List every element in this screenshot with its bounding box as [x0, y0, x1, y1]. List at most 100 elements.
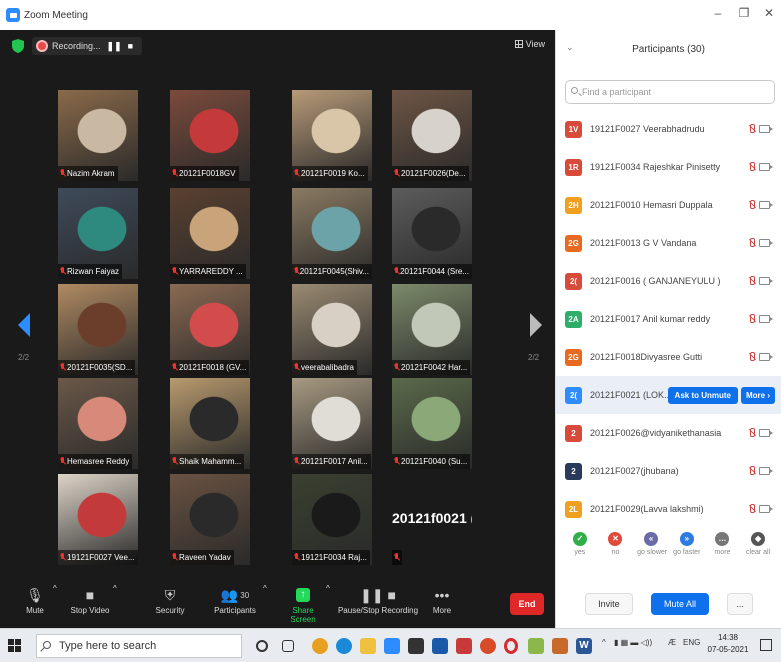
- pause-stop-recording-button[interactable]: ❚❚ ■ Pause/Stop Recording: [336, 584, 420, 616]
- video-tile[interactable]: Rizwan Faiyaz: [58, 188, 138, 279]
- participant-row[interactable]: 2G 20121F0018Divyasree Gutti: [556, 338, 781, 376]
- video-tile-name: 20121F0017 Anil...: [301, 457, 368, 466]
- find-participant-input[interactable]: Find a participant: [565, 80, 775, 104]
- file-explorer-icon[interactable]: [360, 638, 376, 654]
- video-tile[interactable]: 20121F0017 Anil...: [292, 378, 372, 469]
- more-button[interactable]: ••• More: [425, 584, 459, 615]
- edge-icon[interactable]: [336, 638, 352, 654]
- security-shield-icon: ⛨: [164, 586, 176, 603]
- video-tile[interactable]: 20121F0045(Shiv...: [292, 188, 372, 279]
- mail-icon[interactable]: [432, 638, 448, 654]
- collapse-panel-chevron-icon[interactable]: ⌄: [566, 42, 574, 53]
- feedback-more-button[interactable]: … more: [708, 532, 736, 576]
- feedback-yes-button[interactable]: ✓ yes: [566, 532, 594, 576]
- video-tile[interactable]: 20121F0018GV: [170, 90, 250, 181]
- participant-row[interactable]: 2L 20121F0029(Lavva lakshmi): [556, 490, 781, 528]
- share-options-caret-icon[interactable]: ^: [326, 584, 330, 593]
- video-tile[interactable]: 19121F0034 Raj...: [292, 474, 372, 565]
- participant-row[interactable]: 1V 19121F0027 Veerabhadrudu: [556, 110, 781, 148]
- mute-all-button[interactable]: Mute All: [650, 593, 709, 615]
- opera-icon[interactable]: [504, 638, 518, 654]
- video-tile[interactable]: 20121F0042 Har...: [392, 284, 472, 375]
- muted-mic-icon: [60, 267, 65, 276]
- participant-row[interactable]: 1R 19121F0034 Rajeshkar Pinisetty: [556, 148, 781, 186]
- end-meeting-button[interactable]: End: [510, 593, 544, 615]
- cortana-icon[interactable]: [256, 640, 268, 652]
- minimize-button[interactable]: –: [708, 6, 728, 20]
- video-tile[interactable]: 20121F0044 (Sre...: [392, 188, 472, 279]
- feedback-no-button[interactable]: ✕ no: [601, 532, 629, 576]
- feedback-go-slower-button[interactable]: « go slower: [637, 532, 667, 576]
- task-view-icon[interactable]: [282, 640, 294, 652]
- feedback-clear-all-button[interactable]: ◆ clear all: [744, 532, 772, 576]
- feedback-go-faster-button[interactable]: » go faster: [673, 532, 701, 576]
- ask-to-unmute-button[interactable]: Ask to Unmute: [667, 386, 738, 404]
- video-tile[interactable]: Nazim Akram: [58, 90, 138, 181]
- word-icon[interactable]: W: [576, 638, 592, 654]
- video-tile[interactable]: 20121F0019 Ko...: [292, 90, 372, 181]
- tray-app-icons[interactable]: ▮ ▦ ▬ ◁)): [614, 638, 652, 647]
- video-tile[interactable]: 20121F0040 (Su...: [392, 378, 472, 469]
- participant-row[interactable]: 2H 20121F0010 Hemasri Duppala: [556, 186, 781, 224]
- windows-start-icon[interactable]: [8, 639, 22, 653]
- view-button[interactable]: View: [514, 39, 545, 49]
- calendar-app-icon[interactable]: [456, 638, 472, 654]
- maximize-button[interactable]: ❐: [734, 6, 754, 20]
- participants-icon: 👥 30: [220, 586, 250, 603]
- participant-row[interactable]: 2 20121F0026@vidyanikethanasia: [556, 414, 781, 452]
- participant-row[interactable]: 2 20121F0027(jhubana): [556, 452, 781, 490]
- video-options-caret-icon[interactable]: ^: [113, 584, 117, 593]
- taskbar-search-input[interactable]: Type here to search: [36, 634, 242, 658]
- video-tile[interactable]: 19121F0027 Vee...: [58, 474, 138, 565]
- tray-overflow-icon[interactable]: ^: [602, 638, 606, 647]
- language-indicator[interactable]: ENG: [683, 638, 700, 647]
- pause-recording-icon[interactable]: ❚❚: [107, 41, 122, 52]
- media-app-icon[interactable]: [552, 638, 568, 654]
- participants-count: 30: [240, 590, 250, 600]
- video-tile[interactable]: 20121F0018 (GV...: [170, 284, 250, 375]
- video-tile[interactable]: Raveen Yadav: [170, 474, 250, 565]
- video-tile[interactable]: Shaik Mahamm...: [170, 378, 250, 469]
- ime-icon[interactable]: Æ: [668, 638, 676, 647]
- recording-indicator[interactable]: Recording... ❚❚ ■: [32, 37, 142, 55]
- participant-row[interactable]: 2G 20121F0013 G V Vandana: [556, 224, 781, 262]
- stop-video-button[interactable]: ■ Stop Video: [68, 584, 112, 615]
- taskbar-clock[interactable]: 14:38 07-05-2021: [706, 632, 750, 656]
- share-screen-button[interactable]: ↑ Share Screen: [280, 584, 326, 624]
- participant-row[interactable]: 2(20121F0021 (LOK... Ask to Unmute More ›: [556, 376, 781, 414]
- video-tile[interactable]: Hemasree Reddy: [58, 378, 138, 469]
- mute-button[interactable]: 🎙 Mute: [20, 584, 50, 616]
- participant-more-button[interactable]: More ›: [741, 386, 775, 404]
- video-tile[interactable]: 20121F0035(SD...: [58, 284, 138, 375]
- video-tile[interactable]: veerabalibadra: [292, 284, 372, 375]
- close-button[interactable]: ✕: [759, 6, 779, 20]
- store-icon[interactable]: [408, 638, 424, 654]
- grid-view-icon: [514, 40, 523, 48]
- video-tile-name: 19121F0034 Raj...: [301, 553, 367, 562]
- more-label: More: [432, 606, 452, 615]
- app-icon[interactable]: [528, 638, 544, 654]
- video-camera-icon: [759, 353, 773, 361]
- video-tile[interactable]: YARRAREDDY ...: [170, 188, 250, 279]
- participant-name: 20121F0021 (LOK...: [590, 390, 668, 400]
- security-button[interactable]: ⛨ Security: [150, 584, 190, 616]
- stop-recording-icon[interactable]: ■: [128, 41, 133, 51]
- participant-row[interactable]: 2(20121F0016 ( GANJANEYULU ): [556, 262, 781, 300]
- security-shield-icon[interactable]: [12, 39, 24, 53]
- audio-options-caret-icon[interactable]: ^: [53, 584, 57, 593]
- participant-row[interactable]: 2A 20121F0017 Anil kumar reddy: [556, 300, 781, 338]
- video-tile[interactable]: 20121F0026(De...: [392, 90, 472, 181]
- participants-button[interactable]: 👥 30 Participants: [210, 584, 260, 616]
- chrome-icon[interactable]: [312, 638, 328, 654]
- photos-app-icon[interactable]: [480, 638, 496, 654]
- participant-status-icons: [748, 352, 773, 362]
- next-page-arrow-icon[interactable]: [530, 313, 542, 337]
- video-tile-name: 20121F0026(De...: [401, 169, 466, 178]
- panel-more-button[interactable]: ...: [727, 593, 753, 615]
- video-tile[interactable]: 20121f0021 (LO...: [392, 474, 472, 565]
- previous-page-arrow-icon[interactable]: [18, 313, 30, 337]
- participants-options-caret-icon[interactable]: ^: [263, 584, 267, 593]
- invite-button[interactable]: Invite: [585, 593, 633, 615]
- notifications-icon[interactable]: [760, 639, 772, 651]
- zoom-taskbar-icon[interactable]: [384, 638, 400, 654]
